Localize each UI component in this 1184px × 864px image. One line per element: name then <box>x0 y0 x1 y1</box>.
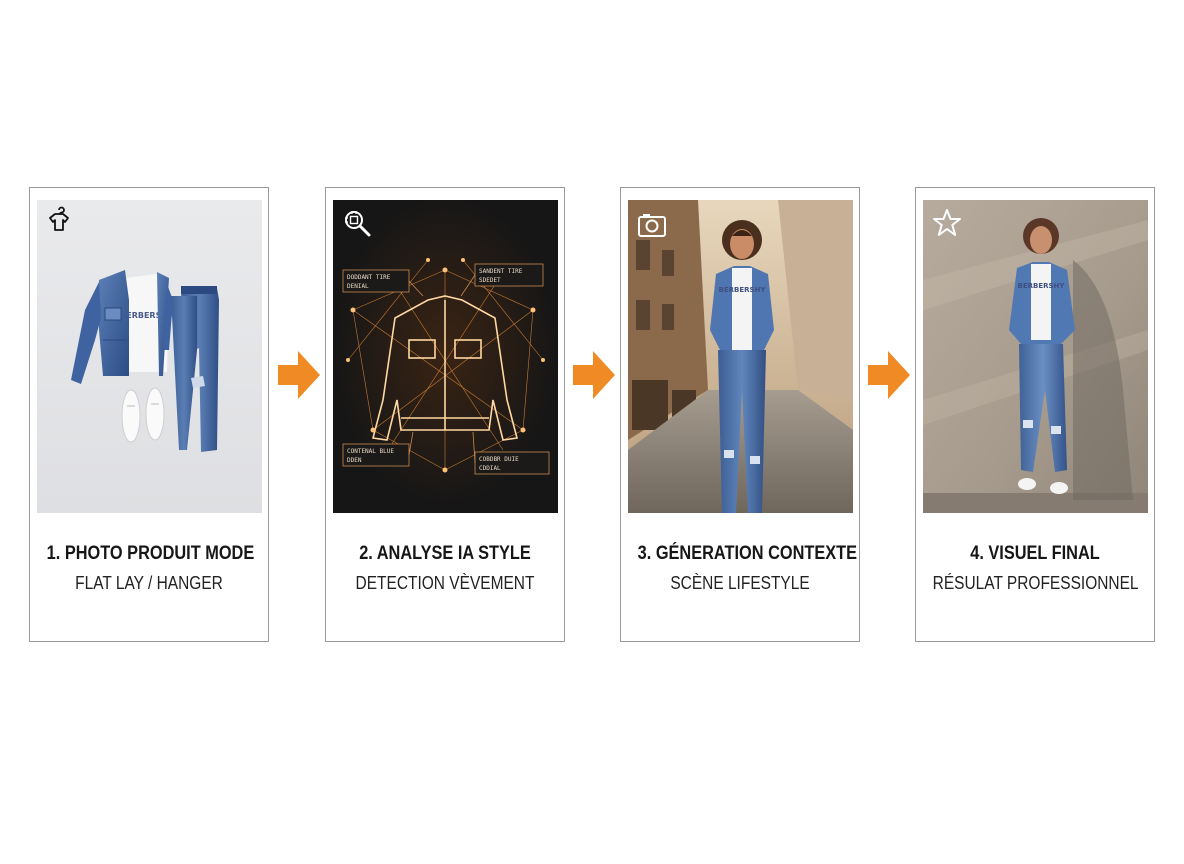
step-card-4: BERBERSHY 4. VISUEL FINAL RÉSULAT PROFES… <box>915 187 1155 642</box>
svg-text:BERBERSHY: BERBERSHY <box>1018 282 1066 290</box>
step-1-subtitle: FLAT LAY / HANGER <box>75 573 223 593</box>
step-card-3: BERBERSHY 3. GÉNERATION CONTEXTE SCÈNE L… <box>620 187 860 642</box>
final-visual-photo: BERBERSHY <box>923 200 1148 513</box>
step-3-subtitle: SCÈNE LIFESTYLE <box>670 573 810 593</box>
star-icon <box>932 208 962 238</box>
step-1-title: 1. PHOTO PRODUIT MODE <box>46 543 255 564</box>
step-2-subtitle: DETECTION VÈVEMENT <box>355 573 535 593</box>
annotation-1-line-1: DODDANT TIRE <box>347 274 391 281</box>
annotation-3-line-1: CONTENAL BLUE <box>347 448 394 455</box>
annotation-1-line-2: DENIAL <box>347 283 369 290</box>
arrow-right-icon <box>278 351 320 399</box>
annotation-2-line-2: SDEDET <box>479 277 501 284</box>
hanger-tshirt-icon <box>44 204 74 234</box>
flat-lay-product-photo: BERBERSHY <box>37 200 262 513</box>
step-4-title: 4. VISUEL FINAL <box>970 543 1100 564</box>
step-3-title: 3. GÉNERATION CONTEXTE <box>637 543 858 564</box>
ai-analysis-image: DODDANT TIRE DENIAL SANDENT TIRE SDEDET … <box>333 200 558 513</box>
camera-icon <box>637 210 667 240</box>
lifestyle-street-photo: BERBERSHY <box>628 200 853 513</box>
magnifier-chip-icon <box>342 208 372 238</box>
svg-text:BERBERSHY: BERBERSHY <box>719 286 767 294</box>
arrow-right-icon <box>573 351 615 399</box>
annotation-4-line-2: CDDIAL <box>479 465 501 472</box>
step-4-subtitle: RÉSULAT PROFESSIONNEL <box>932 573 1139 593</box>
annotation-2-line-1: SANDENT TIRE <box>479 268 523 275</box>
step-card-2: DODDANT TIRE DENIAL SANDENT TIRE SDEDET … <box>325 187 565 642</box>
annotation-4-line-1: COBDBR DUIE <box>479 456 519 463</box>
step-card-1: BERBERSHY 1. PHOTO PRODUIT MODE FLAT LAY… <box>29 187 269 642</box>
annotation-3-line-2: DDEN <box>347 457 362 464</box>
step-2-title: 2. ANALYSE IA STYLE <box>359 543 531 564</box>
arrow-right-icon <box>868 351 910 399</box>
